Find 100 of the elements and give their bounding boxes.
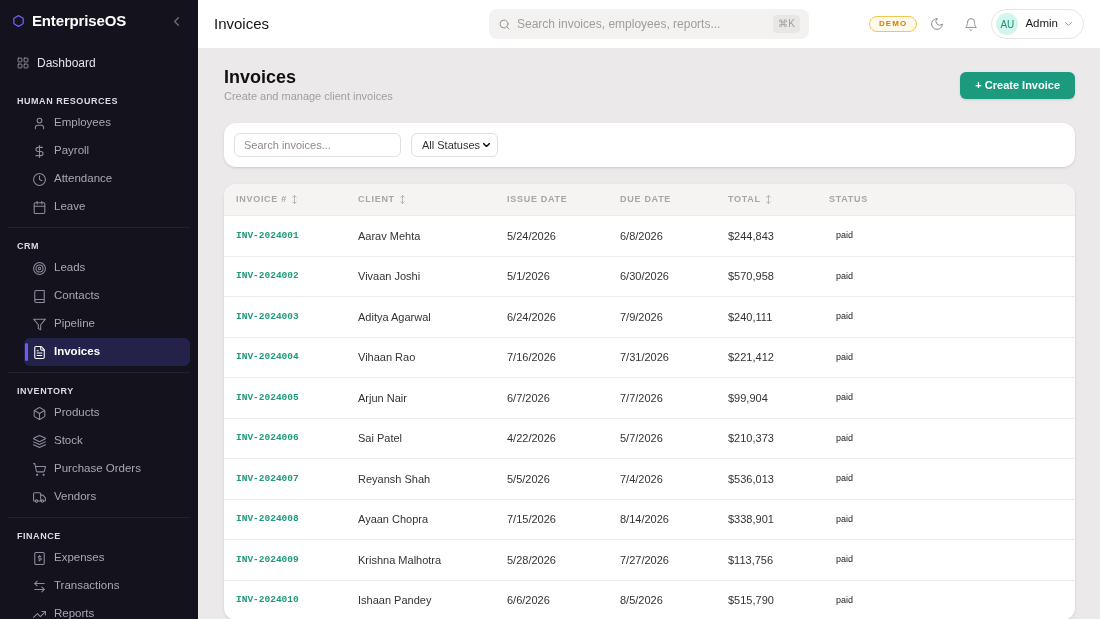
status-text: paid — [836, 512, 853, 526]
clock-icon — [33, 172, 46, 186]
client-name: Vihaan Rao — [358, 350, 416, 365]
nav-item[interactable]: Purchase Orders — [24, 455, 190, 483]
cube-icon — [33, 406, 46, 420]
document-icon — [33, 345, 46, 359]
client-name: Aditya Agarwal — [358, 309, 431, 325]
invoice-link[interactable]: INV-2024010 — [236, 593, 299, 608]
due-date: 6/8/2026 — [620, 228, 663, 244]
invoice-search-field[interactable]: Search invoices... — [234, 133, 401, 157]
nav-item[interactable]: Pipeline — [24, 310, 190, 338]
issue-date: 5/1/2026 — [507, 269, 550, 284]
total-amount: $99,904 — [728, 390, 768, 406]
section-heading: HUMAN RESOURCES — [17, 95, 119, 107]
status-text: paid — [836, 593, 853, 607]
nav-item[interactable]: Expenses — [24, 544, 190, 572]
invoice-link[interactable]: INV-2024006 — [236, 431, 299, 446]
chevron-down-icon — [483, 143, 490, 147]
shortcut-hint: ⌘K — [773, 15, 800, 33]
due-date: 7/31/2026 — [620, 350, 669, 365]
status-text: paid — [836, 553, 853, 566]
book-icon — [33, 289, 46, 303]
client-name: Reyansh Shah — [358, 471, 431, 487]
due-date: 7/7/2026 — [620, 390, 663, 406]
nav-item[interactable]: Dashboard — [8, 49, 190, 77]
section-heading: FINANCE — [17, 530, 61, 542]
nav-item[interactable]: Leads — [24, 254, 190, 282]
bell-icon — [965, 17, 978, 31]
search-icon — [499, 18, 510, 30]
grid-icon — [17, 57, 29, 69]
status-text: paid — [836, 431, 853, 445]
invoice-link[interactable]: INV-2024003 — [236, 309, 299, 324]
hexagon-logo-icon — [13, 15, 24, 27]
status-text: paid — [836, 350, 853, 364]
nav-item[interactable]: Vendors — [24, 483, 190, 511]
due-date: 7/4/2026 — [620, 471, 663, 487]
status-text: paid — [836, 229, 853, 242]
due-date: 8/5/2026 — [620, 593, 663, 608]
brand-name: EnterpriseOS — [32, 10, 127, 31]
nav-item[interactable]: Payroll — [24, 137, 190, 165]
invoice-link[interactable]: INV-2024002 — [236, 269, 299, 284]
status-text: paid — [836, 391, 853, 404]
nav-item[interactable]: Products — [24, 399, 190, 427]
create-invoice-button[interactable]: + Create Invoice — [960, 72, 1075, 99]
funnel-icon — [33, 317, 46, 331]
page-title: Invoices — [224, 66, 297, 88]
total-amount: $221,412 — [728, 350, 774, 365]
issue-date: 6/6/2026 — [507, 593, 550, 608]
nav-item[interactable]: Invoices — [24, 338, 190, 366]
section-heading: INVENTORY — [17, 385, 74, 397]
nav-item[interactable]: Reports — [24, 600, 190, 619]
client-name: Ishaan Pandey — [358, 593, 432, 608]
issue-date: 7/16/2026 — [507, 350, 556, 365]
status-filter-dropdown[interactable]: All Statuses — [411, 133, 498, 157]
page-header-title: Invoices — [214, 13, 270, 34]
dollar-document-icon — [33, 551, 46, 565]
due-date: 8/14/2026 — [620, 512, 669, 527]
invoice-link[interactable]: INV-2024004 — [236, 350, 299, 365]
issue-date: 7/15/2026 — [507, 512, 556, 527]
total-amount: $536,013 — [728, 471, 774, 487]
total-amount: $240,111 — [728, 309, 773, 325]
dollar-icon — [33, 144, 46, 158]
nav-item[interactable]: Stock — [24, 427, 190, 455]
demo-badge: DEMO — [868, 16, 918, 32]
column-header: DUE DATE — [620, 192, 672, 206]
nav-item[interactable]: Leave — [24, 193, 190, 221]
nav-item[interactable]: Attendance — [24, 165, 190, 193]
due-date: 6/30/2026 — [620, 269, 669, 284]
target-icon — [33, 261, 46, 275]
invoice-link[interactable]: INV-2024007 — [236, 471, 299, 486]
issue-date: 6/24/2026 — [507, 309, 556, 325]
client-name: Vivaan Joshi — [358, 269, 421, 284]
issue-date: 4/22/2026 — [507, 431, 556, 446]
chevron-left-icon — [173, 16, 179, 26]
invoice-link[interactable]: INV-2024001 — [236, 228, 299, 243]
nav-item[interactable]: Employees — [24, 109, 190, 137]
moon-icon — [931, 18, 944, 30]
issue-date: 6/7/2026 — [507, 390, 550, 406]
user-name: Admin — [1025, 16, 1058, 32]
client-name: Ayaan Chopra — [358, 512, 429, 527]
client-name: Sai Patel — [358, 431, 403, 446]
total-amount: $113,756 — [728, 552, 774, 568]
total-amount: $515,790 — [728, 593, 774, 608]
search-input[interactable]: Search invoices, employees, reports... — [517, 14, 767, 34]
section-heading: CRM — [17, 240, 40, 252]
invoice-link[interactable]: INV-2024005 — [236, 390, 299, 405]
column-header: ISSUE DATE — [507, 192, 568, 206]
status-text: paid — [836, 269, 853, 283]
status-text: paid — [836, 310, 853, 323]
invoice-link[interactable]: INV-2024009 — [236, 552, 299, 567]
nav-item[interactable]: Contacts — [24, 282, 190, 310]
total-amount: $338,901 — [728, 512, 774, 527]
invoice-link[interactable]: INV-2024008 — [236, 512, 299, 527]
user-avatar: AU — [996, 13, 1019, 35]
nav-item[interactable]: Transactions — [24, 572, 190, 600]
column-header: STATUS — [829, 192, 868, 206]
person-icon — [33, 116, 46, 130]
due-date: 7/27/2026 — [620, 552, 669, 568]
client-name: Arjun Nair — [358, 390, 407, 406]
arrows-icon — [33, 579, 46, 593]
